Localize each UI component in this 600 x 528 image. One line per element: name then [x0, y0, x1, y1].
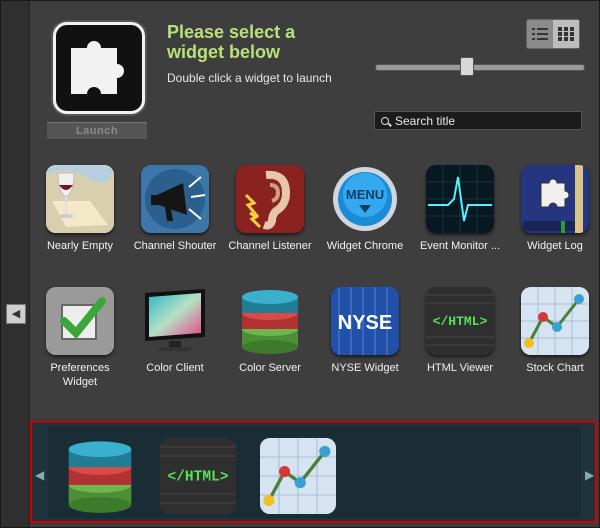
left-rail: ◀ [1, 1, 30, 527]
menu-button-icon: MENU [331, 165, 399, 233]
widget-tile[interactable]: Channel Listener [225, 165, 315, 253]
dock-item-line-chart-icon[interactable] [260, 438, 336, 514]
dock-item-html-tag-icon[interactable]: </HTML> [160, 438, 236, 514]
wine-glass-icon [46, 165, 114, 233]
widget-tile[interactable]: Widget Log [510, 165, 600, 253]
html-tag-icon: </HTML> [426, 287, 494, 355]
size-slider-track[interactable] [375, 64, 585, 71]
launch-dock: ◀ </HTML> ▶ [30, 421, 597, 523]
page-subtitle: Double click a widget to launch [167, 71, 332, 85]
dock-item-database-icon[interactable] [62, 438, 138, 514]
widget-tile[interactable]: Stock Chart [510, 287, 600, 375]
database-icon [236, 287, 304, 355]
puzzle-piece-icon [53, 22, 145, 114]
page-title: Please select a widget below [167, 22, 296, 62]
widget-tile[interactable]: </HTML> HTML Viewer [415, 287, 505, 375]
search-input[interactable]: Search title [374, 111, 582, 130]
search-placeholder: Search title [395, 114, 456, 128]
ear-icon [236, 165, 304, 233]
checkbox-icon [46, 287, 114, 355]
puzzle-book-icon [521, 165, 589, 233]
html-tag-label: </HTML> [168, 469, 229, 485]
widget-tile[interactable]: MENU Widget Chrome [320, 165, 410, 253]
megaphone-icon [141, 165, 209, 233]
widget-tile[interactable]: Color Client [130, 287, 220, 375]
dock-left-arrow-icon[interactable]: ◀ [35, 468, 44, 482]
widget-launcher-window: ◀ Launch Please select a widget below Do… [0, 0, 600, 528]
monitor-icon [141, 287, 209, 355]
html-tag-label: </HTML> [433, 314, 488, 329]
widget-tile[interactable]: Channel Shouter [130, 165, 220, 253]
nyse-icon: NYSE [331, 287, 399, 355]
collapse-arrow-icon[interactable]: ◀ [6, 304, 26, 324]
search-icon [381, 117, 389, 125]
widget-selector-panel: Launch Please select a widget below Doub… [30, 1, 599, 419]
heartbeat-monitor-icon [426, 165, 494, 233]
view-toggle[interactable] [526, 19, 580, 49]
widget-tile[interactable]: NYSE NYSE Widget [320, 287, 410, 375]
grid-view-icon[interactable] [553, 20, 579, 48]
widget-tile[interactable]: Color Server [225, 287, 315, 375]
list-view-icon[interactable] [527, 20, 553, 48]
launch-button[interactable]: Launch [47, 122, 147, 139]
widget-tile[interactable]: Preferences Widget [35, 287, 125, 389]
widget-tile[interactable]: Event Monitor ... [415, 165, 505, 253]
dock-right-arrow-icon[interactable]: ▶ [585, 468, 594, 482]
dock-tray: </HTML> [48, 426, 581, 518]
size-slider-thumb[interactable] [460, 57, 474, 76]
line-chart-icon [521, 287, 589, 355]
menu-label: MENU [346, 187, 384, 202]
nyse-label: NYSE [338, 312, 392, 334]
widget-tile[interactable]: Nearly Empty [35, 165, 125, 253]
